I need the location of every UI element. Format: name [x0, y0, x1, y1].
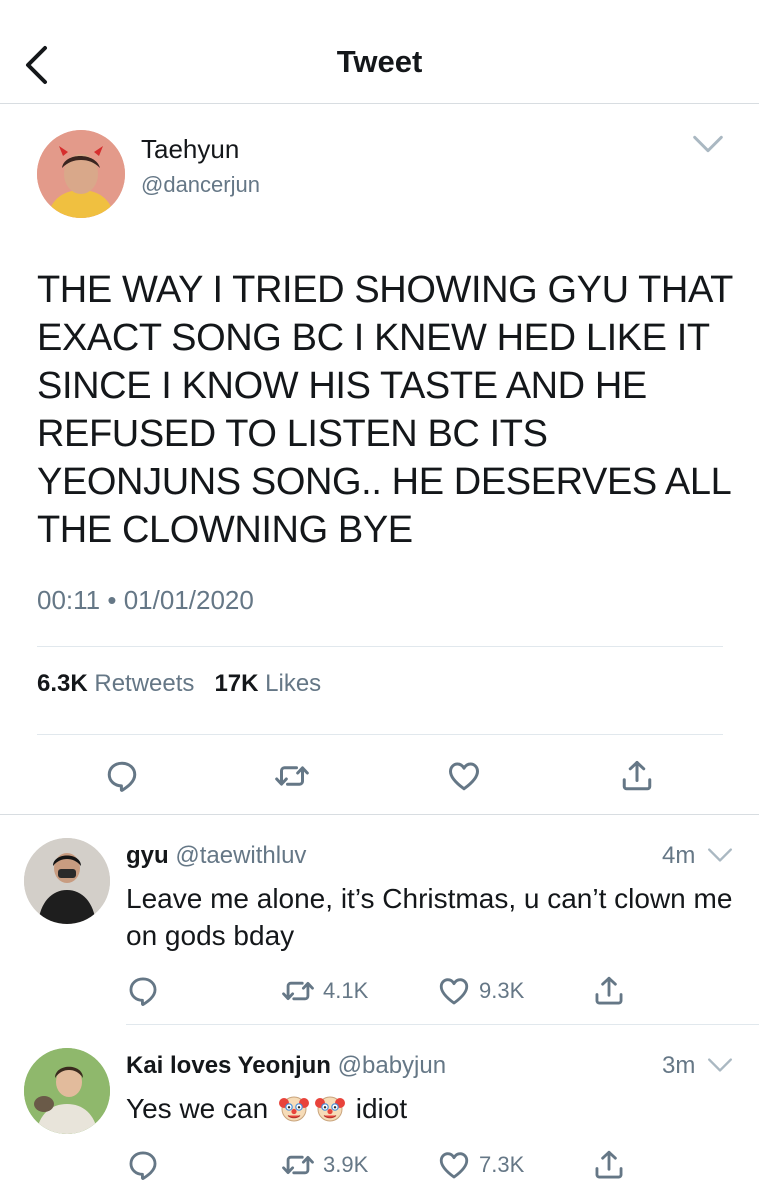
reply-text-start: Yes we can	[126, 1093, 269, 1124]
tweet-stats: 6.3K Retweets 17K Likes	[37, 670, 321, 698]
like-count: 9.3K	[479, 978, 525, 1003]
chevron-down-icon[interactable]	[692, 132, 724, 156]
likes-label: Likes	[265, 670, 322, 697]
share-icon	[619, 758, 655, 794]
reply-time: 3m	[662, 1052, 696, 1079]
heart-icon	[437, 974, 471, 1008]
retweets-count: 6.3K	[37, 670, 88, 697]
author-handle[interactable]: @dancerjun	[141, 172, 260, 198]
share-icon	[592, 974, 626, 1008]
reply-icon	[126, 974, 160, 1008]
tweet-text: THE WAY I TRIED SHOWING GYU THAT EXACT S…	[37, 269, 733, 551]
retweet-icon	[281, 974, 315, 1008]
chevron-down-icon[interactable]	[707, 1056, 733, 1074]
likes-count: 17K	[214, 670, 259, 697]
reply-header: Kai loves Yeonjun @babyjun	[126, 1052, 446, 1080]
author-name[interactable]: Taehyun	[141, 134, 239, 165]
retweet-button[interactable]: 3.9K	[281, 1148, 368, 1182]
tweet-date: 01/01/2020	[123, 585, 254, 615]
heart-icon	[446, 758, 482, 794]
retweet-icon	[274, 758, 310, 794]
retweets-label: Retweets	[94, 670, 195, 697]
clown-face-icon	[278, 1092, 310, 1124]
retweets-stat[interactable]: 6.3K Retweets	[37, 670, 194, 697]
heart-icon	[437, 1148, 471, 1182]
like-button[interactable]: 7.3K	[437, 1148, 524, 1182]
reply-author-handle[interactable]: @babyjun	[338, 1052, 446, 1079]
page-title: Tweet	[336, 44, 423, 79]
reply-author-handle[interactable]: @taewithluv	[175, 842, 306, 869]
chevron-down-icon[interactable]	[707, 846, 733, 864]
reply-header: gyu @taewithluv	[126, 842, 306, 870]
reply-button[interactable]	[126, 1148, 160, 1182]
like-count: 7.3K	[479, 1152, 525, 1177]
divider	[37, 734, 723, 735]
share-button[interactable]	[592, 974, 626, 1008]
reply-author-name[interactable]: gyu	[126, 842, 169, 869]
retweet-button[interactable]: 4.1K	[281, 974, 368, 1008]
divider	[126, 1024, 759, 1025]
divider	[37, 646, 723, 647]
reply-text-end: idiot	[355, 1093, 408, 1124]
share-icon	[592, 1148, 626, 1182]
retweet-icon	[281, 1148, 315, 1182]
reply-button[interactable]	[104, 758, 140, 794]
share-button[interactable]	[619, 758, 655, 794]
reply-text: Yes we can idiot	[126, 1090, 736, 1127]
likes-stat[interactable]: 17K Likes	[214, 670, 321, 697]
reply-avatar[interactable]	[24, 1048, 110, 1134]
like-button[interactable]	[446, 758, 482, 794]
reply-avatar[interactable]	[24, 838, 110, 924]
retweet-count: 3.9K	[323, 1152, 369, 1177]
retweet-button[interactable]	[274, 758, 310, 794]
reply-time: 4m	[662, 842, 696, 869]
reply-icon	[126, 1148, 160, 1182]
reply-text: Leave me alone, it’s Christmas, u can’t …	[126, 883, 733, 951]
reply-button[interactable]	[126, 974, 160, 1008]
retweet-count: 4.1K	[323, 978, 369, 1003]
like-button[interactable]: 9.3K	[437, 974, 524, 1008]
reply-author-name[interactable]: Kai loves Yeonjun	[126, 1052, 331, 1079]
reply-icon	[104, 758, 140, 794]
divider	[0, 814, 759, 815]
tweet-time: 00:11	[37, 585, 101, 615]
top-bar: Tweet	[0, 0, 759, 104]
clown-face-icon	[314, 1092, 346, 1124]
author-avatar[interactable]	[37, 130, 125, 218]
share-button[interactable]	[592, 1148, 626, 1182]
meta-separator: •	[107, 585, 124, 615]
tweet-timestamp: 00:11 • 01/01/2020	[37, 585, 254, 616]
